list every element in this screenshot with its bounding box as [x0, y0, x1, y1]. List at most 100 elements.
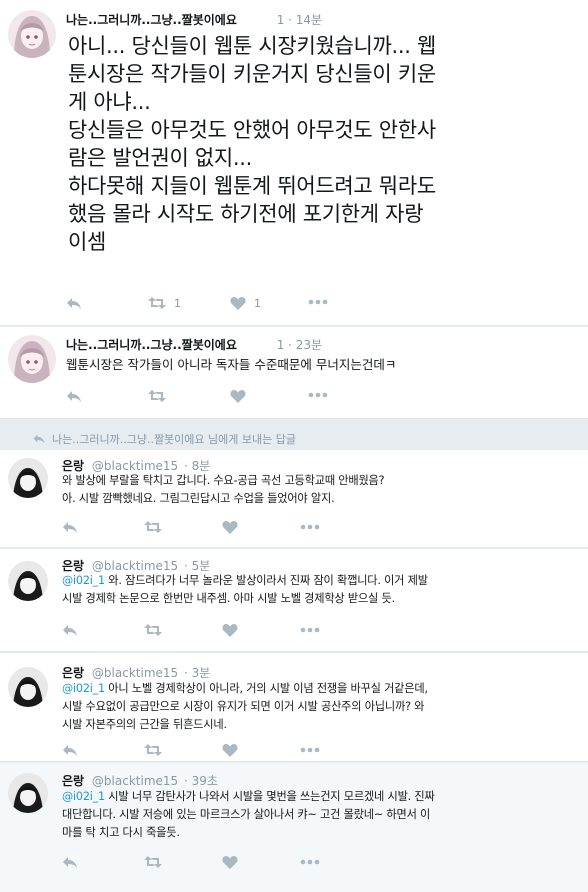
reply-icon [67, 298, 81, 309]
like-button[interactable] [230, 389, 246, 403]
reply-text: @i02i_1 와. 잠드려다가 너무 놀라운 발상이라서 진짜 잠이 확깹니다… [62, 572, 578, 608]
reply-card-highlighted[interactable]: 은랑 @blacktime15 · 39초 @i02i_1 시발 너무 감탄사가… [0, 763, 588, 892]
retweet-button[interactable] [144, 623, 162, 637]
like-button[interactable] [222, 623, 238, 637]
avatar[interactable] [8, 667, 48, 707]
more-button[interactable] [300, 859, 320, 865]
reply-card[interactable]: 은랑 @blacktime15 · 3분 @i02i_1 아니 노벨 경제학상이… [0, 653, 588, 762]
timestamp[interactable]: · 8분 [184, 459, 210, 473]
retweet-button[interactable] [144, 743, 162, 757]
reply-context[interactable]: 나는..그러니까..그냥..짤봇이에요 님에게 보내는 답글 [32, 431, 296, 447]
reply-icon [67, 391, 81, 402]
reply-actions [62, 855, 362, 871]
reply-button[interactable] [62, 743, 78, 757]
reply-header: 은랑 @blacktime15 · 39초 [62, 772, 218, 789]
more-button[interactable] [308, 299, 328, 305]
timestamp[interactable]: 1 · 14분 [277, 13, 322, 27]
author-name[interactable]: 은랑 [62, 459, 84, 473]
author-handle[interactable]: @blacktime15 [92, 559, 178, 573]
author-handle[interactable]: @blacktime15 [92, 666, 178, 680]
reply-icon [63, 857, 77, 868]
retweet-icon [144, 521, 162, 533]
tweet-actions: 1 1 [66, 296, 366, 312]
timestamp[interactable]: 1 · 23분 [277, 338, 322, 352]
author-name[interactable]: 은랑 [62, 774, 84, 788]
retweet-icon [148, 390, 166, 402]
more-icon [300, 747, 320, 753]
timestamp[interactable]: · 39초 [184, 774, 218, 788]
mention-link[interactable]: @i02i_1 [62, 574, 105, 587]
like-icon [222, 624, 238, 637]
author-name[interactable]: 나는..그러니까..그냥..짤봇이에요 [66, 338, 237, 352]
like-icon [230, 297, 246, 310]
reply-icon [33, 434, 45, 444]
reply-card[interactable]: 은랑 @blacktime15 · 8분 와 발상에 부랄을 탁치고 갑니다. … [0, 450, 588, 548]
more-icon [300, 524, 320, 530]
retweet-icon [148, 297, 166, 309]
more-icon [308, 392, 328, 398]
like-icon [222, 744, 238, 757]
reply-icon [63, 745, 77, 756]
reply-body: 와. 잠드려다가 너무 놀라운 발상이라서 진짜 잠이 확깹니다. 이거 제발 … [62, 574, 428, 605]
reply-actions [62, 623, 362, 639]
tweet-text: 아니... 당신들이 웹툰 시장키웠습니까... 웹 툰시장은 작가들이 키운거… [68, 34, 437, 254]
reply-button[interactable] [62, 520, 78, 534]
retweet-icon [144, 856, 162, 868]
timestamp[interactable]: · 3분 [184, 666, 210, 680]
like-button[interactable] [222, 855, 238, 869]
like-icon [222, 521, 238, 534]
avatar[interactable] [8, 335, 56, 383]
reply-body: 아니 노벨 경제학상이 아니라, 거의 시발 이념 전쟁을 바꾸실 거같은데, … [62, 682, 428, 731]
like-button[interactable] [222, 743, 238, 757]
author-name[interactable]: 나는..그러니까..그냥..짤봇이에요 [66, 13, 237, 27]
retweet-button[interactable] [148, 389, 166, 403]
more-button[interactable] [300, 627, 320, 633]
avatar[interactable] [8, 773, 48, 813]
tweet-card[interactable]: 나는..그러니까..그냥..짤봇이에요 1 · 14분 아니... 당신들이 웹… [0, 0, 588, 326]
tweet-card[interactable]: 나는..그러니까..그냥..짤봇이에요 1 · 23분 웹툰시장은 작가들이 아… [0, 327, 588, 419]
retweet-icon [144, 624, 162, 636]
more-icon [300, 627, 320, 633]
tweet-header: 나는..그러니까..그냥..짤봇이에요 1 · 23분 [66, 336, 322, 353]
avatar[interactable] [8, 458, 48, 498]
author-handle[interactable]: @blacktime15 [92, 774, 178, 788]
tweet-actions [66, 389, 366, 405]
reply-card[interactable]: 은랑 @blacktime15 · 5분 @i02i_1 와. 잠드려다가 너무… [0, 549, 588, 652]
retweet-button[interactable] [144, 855, 162, 869]
retweet-button[interactable] [144, 520, 162, 534]
like-icon [222, 856, 238, 869]
reply-body: 시발 너무 감탄사가 나와서 시발을 몇번을 쓰는건지 모르겠네 시발. 진짜 … [62, 790, 435, 839]
reply-header: 은랑 @blacktime15 · 3분 [62, 664, 210, 681]
author-name[interactable]: 은랑 [62, 666, 84, 680]
more-icon [300, 859, 320, 865]
more-icon [308, 299, 328, 305]
like-button[interactable]: 1 [230, 296, 261, 310]
avatar[interactable] [8, 10, 56, 58]
reply-text: 와 발상에 부랄을 탁치고 갑니다. 수요-공급 곡선 고등학교때 안배웠음? … [62, 472, 578, 508]
mention-link[interactable]: @i02i_1 [62, 682, 105, 695]
reply-icon [63, 625, 77, 636]
reply-icon [63, 522, 77, 533]
timestamp[interactable]: · 5분 [184, 559, 210, 573]
author-handle[interactable]: @blacktime15 [92, 459, 178, 473]
retweet-count: 1 [174, 296, 181, 310]
retweet-icon [144, 744, 162, 756]
reply-text: @i02i_1 시발 너무 감탄사가 나와서 시발을 몇번을 쓰는건지 모르겠네… [62, 788, 578, 842]
reply-button[interactable] [62, 623, 78, 637]
reply-button[interactable] [66, 389, 82, 403]
reply-actions [62, 520, 362, 536]
reply-text: @i02i_1 아니 노벨 경제학상이 아니라, 거의 시발 이념 전쟁을 바꾸… [62, 680, 578, 734]
avatar[interactable] [8, 561, 48, 601]
more-button[interactable] [308, 392, 328, 398]
like-button[interactable] [222, 520, 238, 534]
reply-button[interactable] [66, 296, 82, 310]
like-count: 1 [254, 296, 261, 310]
reply-context-text: 나는..그러니까..그냥..짤봇이에요 님에게 보내는 답글 [52, 433, 296, 446]
retweet-button[interactable]: 1 [148, 296, 181, 310]
mention-link[interactable]: @i02i_1 [62, 790, 105, 803]
more-button[interactable] [300, 524, 320, 530]
author-name[interactable]: 은랑 [62, 559, 84, 573]
more-button[interactable] [300, 747, 320, 753]
reply-button[interactable] [62, 855, 78, 869]
reply-actions [62, 743, 362, 759]
